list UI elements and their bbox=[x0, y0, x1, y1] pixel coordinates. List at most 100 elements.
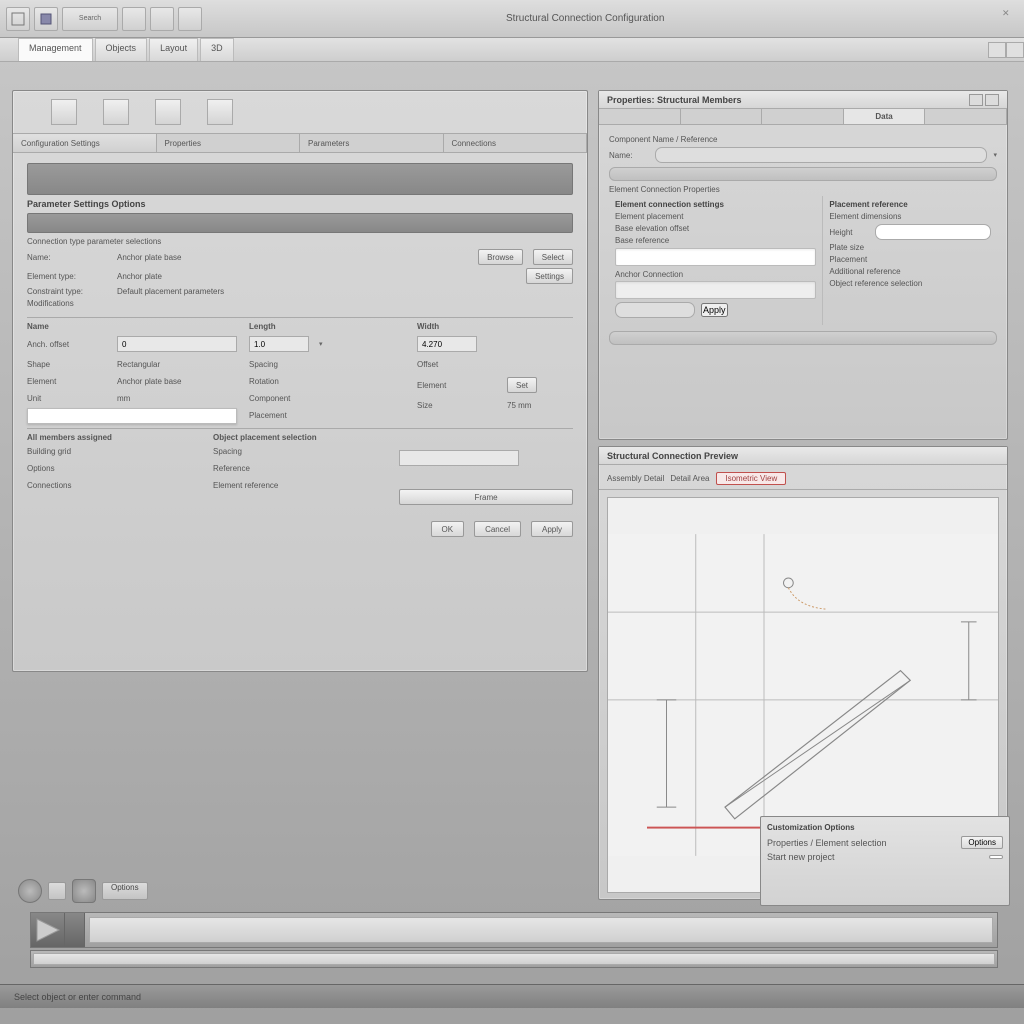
chevron-down-icon[interactable]: ▾ bbox=[993, 151, 997, 159]
dialog-tab-conn[interactable]: Connections bbox=[444, 134, 588, 152]
a1-input[interactable] bbox=[117, 336, 237, 352]
anchor-field[interactable] bbox=[615, 281, 816, 299]
c4-value: 75 mm bbox=[507, 401, 531, 410]
browse-button[interactable]: Browse bbox=[478, 249, 523, 265]
quick-save-button[interactable] bbox=[34, 7, 58, 31]
frame-button[interactable]: Frame bbox=[399, 489, 573, 505]
settings-button[interactable]: Settings bbox=[526, 268, 573, 284]
slider[interactable] bbox=[609, 331, 997, 345]
quick-redo-button[interactable] bbox=[150, 7, 174, 31]
status-text: Select object or enter command bbox=[14, 992, 141, 1002]
ribbon-tab-objects[interactable]: Objects bbox=[95, 38, 148, 61]
preview-header: Structural Connection Preview bbox=[599, 447, 1007, 465]
d2-label: Options bbox=[27, 464, 107, 473]
sec2: Element Connection Properties bbox=[609, 185, 997, 194]
float-row1: Properties / Element selection bbox=[767, 838, 887, 848]
param-grid: Name Anch. offset ShapeRectangular Eleme… bbox=[27, 317, 573, 428]
ribbon-minimize-button[interactable] bbox=[988, 42, 1006, 58]
float-title: Customization Options bbox=[767, 823, 1003, 832]
r3: Plate size bbox=[829, 243, 919, 252]
timeline-marker[interactable] bbox=[65, 913, 85, 947]
panel-close-icon[interactable] bbox=[985, 94, 999, 106]
a1-label: Anch. offset bbox=[27, 340, 107, 349]
dialog-tab-props[interactable]: Properties bbox=[157, 134, 301, 152]
r4: Placement bbox=[829, 255, 919, 264]
name-field[interactable] bbox=[655, 147, 987, 163]
iso-view-button[interactable]: Isometric View bbox=[716, 472, 786, 485]
track-1[interactable] bbox=[89, 917, 993, 943]
quick-search-button[interactable]: Search bbox=[62, 7, 118, 31]
row1-label: Connection type parameter selections bbox=[27, 237, 227, 246]
small-field[interactable] bbox=[615, 302, 695, 318]
c1-input[interactable] bbox=[417, 336, 477, 352]
grid-icon[interactable] bbox=[207, 99, 233, 125]
ribbon-tab-3d[interactable]: 3D bbox=[200, 38, 234, 61]
e2-label: Reference bbox=[213, 464, 293, 473]
ribbon-help-button[interactable] bbox=[1006, 42, 1024, 58]
height-input[interactable] bbox=[875, 224, 991, 240]
d3-label: Connections bbox=[27, 481, 107, 490]
quick-undo-button[interactable] bbox=[122, 7, 146, 31]
dialog-tab-config[interactable]: Configuration Settings bbox=[13, 134, 157, 152]
graysub1 bbox=[609, 167, 997, 181]
quick-grid-button[interactable] bbox=[178, 7, 202, 31]
b4-label: Component bbox=[249, 394, 329, 403]
hdr-length: Length bbox=[249, 322, 405, 331]
dialog-tab-params[interactable]: Parameters bbox=[300, 134, 444, 152]
e4-input[interactable] bbox=[399, 450, 519, 466]
new-icon[interactable] bbox=[51, 99, 77, 125]
select-button[interactable]: Select bbox=[533, 249, 573, 265]
r5: Additional reference bbox=[829, 267, 919, 276]
nav-button[interactable] bbox=[48, 882, 66, 900]
ptab-2[interactable] bbox=[681, 109, 763, 124]
c4-label: Size bbox=[417, 401, 497, 410]
dark-banner-1 bbox=[27, 163, 573, 195]
timeline-icon[interactable] bbox=[31, 913, 65, 947]
r2: Height bbox=[829, 228, 869, 237]
dialog-tabs: Configuration Settings Properties Parame… bbox=[13, 133, 587, 153]
close-icon[interactable]: ✕ bbox=[1002, 8, 1016, 22]
app-menu-button[interactable] bbox=[6, 7, 30, 31]
section-1-title: Parameter Settings Options bbox=[27, 199, 573, 209]
ptab-1[interactable] bbox=[599, 109, 681, 124]
b2-label: Spacing bbox=[249, 360, 329, 369]
a4-label: Unit bbox=[27, 394, 107, 403]
mods-value: Modifications bbox=[27, 299, 74, 308]
globe-icon[interactable] bbox=[18, 879, 42, 903]
ptab-5[interactable] bbox=[925, 109, 1007, 124]
cancel-button[interactable]: Cancel bbox=[474, 521, 521, 537]
float-options-button[interactable]: Options bbox=[961, 836, 1003, 849]
ribbon-tab-management[interactable]: Management bbox=[18, 38, 93, 61]
ok-button[interactable]: OK bbox=[431, 521, 465, 537]
b1-input[interactable] bbox=[249, 336, 309, 352]
apply-button[interactable]: Apply bbox=[531, 521, 573, 537]
element-type-label: Element type: bbox=[27, 272, 107, 281]
timeline-strip bbox=[30, 912, 998, 948]
config-dialog: Configuration Settings Properties Parame… bbox=[12, 90, 588, 672]
l1: Element placement bbox=[615, 212, 715, 221]
apply-prop-button[interactable]: Apply bbox=[701, 303, 728, 317]
r6: Object reference selection bbox=[829, 279, 949, 288]
ptab-data[interactable]: Data bbox=[844, 109, 926, 124]
dialog-footer: OK Cancel Apply bbox=[13, 515, 587, 543]
a5-white[interactable] bbox=[27, 408, 237, 424]
float-start-button[interactable] bbox=[989, 855, 1003, 859]
a2-value: Rectangular bbox=[117, 360, 160, 369]
b1-icon: ▾ bbox=[319, 340, 323, 348]
props-icon[interactable] bbox=[155, 99, 181, 125]
right-panels: Properties: Structural Members Data Comp… bbox=[598, 90, 1008, 900]
ribbon-tab-layout[interactable]: Layout bbox=[149, 38, 198, 61]
c3-button[interactable]: Set bbox=[507, 377, 537, 393]
ptab-3[interactable] bbox=[762, 109, 844, 124]
float-row2: Start new project bbox=[767, 852, 835, 862]
base-ref-input[interactable] bbox=[615, 248, 816, 266]
opts-button[interactable]: Options bbox=[102, 882, 148, 900]
dark-banner-2 bbox=[27, 213, 573, 233]
track-2[interactable] bbox=[33, 953, 995, 965]
open-icon[interactable] bbox=[103, 99, 129, 125]
panel-pin-icon[interactable] bbox=[969, 94, 983, 106]
c2-label: Offset bbox=[417, 360, 497, 369]
param-grid-2: All members assigned Building grid Optio… bbox=[27, 428, 573, 509]
compass-icon[interactable] bbox=[72, 879, 96, 903]
preview-title: Structural Connection Preview bbox=[607, 451, 738, 461]
